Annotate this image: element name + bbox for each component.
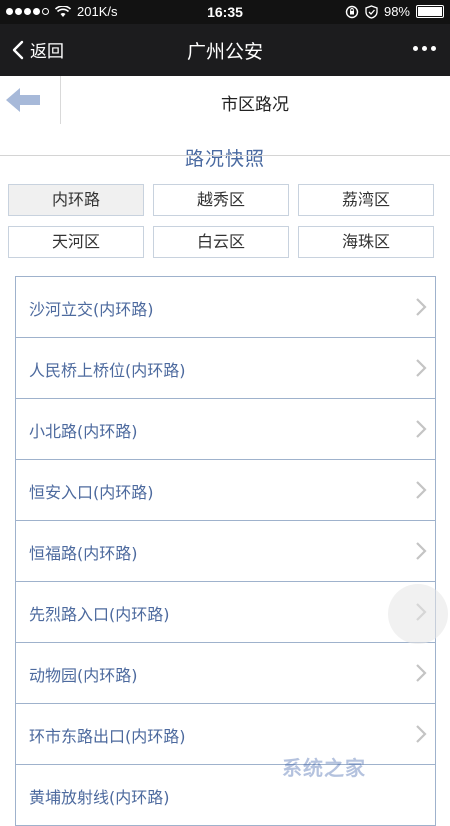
road-name: 人民桥上桥位(内环路) <box>29 361 186 380</box>
list-item[interactable]: 人民桥上桥位(内环路) <box>16 338 435 399</box>
sub-title: 市区路况 <box>221 95 289 115</box>
district-tab-4[interactable]: 白云区 <box>153 226 289 258</box>
list-item[interactable]: 动物园(内环路) <box>16 643 435 704</box>
status-bar: 201K/s 16:35 98% <box>0 0 450 24</box>
chevron-right-icon <box>416 298 427 316</box>
list-item[interactable]: 恒福路(内环路) <box>16 521 435 582</box>
chevron-right-icon <box>416 542 427 560</box>
rotation-lock-icon <box>345 5 359 18</box>
district-tab-3[interactable]: 天河区 <box>8 226 144 258</box>
road-name: 黄埔放射线(内环路) <box>29 788 170 807</box>
road-name: 动物园(内环路) <box>29 666 138 685</box>
list-item[interactable]: 先烈路入口(内环路) <box>16 582 435 643</box>
chevron-right-icon <box>416 481 427 499</box>
status-right: 98% <box>345 4 444 19</box>
district-tab-0[interactable]: 内环路 <box>8 184 144 216</box>
list-item[interactable]: 黄埔放射线(内环路) <box>16 765 435 826</box>
road-name: 恒福路(内环路) <box>29 544 138 563</box>
sub-header: 市区路况 <box>0 76 450 125</box>
battery-percent: 98% <box>383 4 410 19</box>
more-menu-icon[interactable] <box>413 46 436 51</box>
list-item[interactable]: 沙河立交(内环路) <box>16 277 435 338</box>
road-name: 小北路(内环路) <box>29 422 138 441</box>
district-tab-5[interactable]: 海珠区 <box>298 226 434 258</box>
district-tab-1[interactable]: 越秀区 <box>153 184 289 216</box>
list-item[interactable]: 小北路(内环路) <box>16 399 435 460</box>
chevron-right-icon <box>416 664 427 682</box>
section-divider <box>0 155 450 156</box>
floating-scroll-button[interactable] <box>388 584 448 644</box>
back-arrow-button[interactable] <box>0 76 61 124</box>
road-name: 沙河立交(内环路) <box>29 300 154 319</box>
chevron-right-icon <box>416 420 427 438</box>
district-tab-2[interactable]: 荔湾区 <box>298 184 434 216</box>
list-item[interactable]: 环市东路出口(内环路) <box>16 704 435 765</box>
battery-icon <box>416 5 444 18</box>
nav-bar: 返回 广州公安 <box>0 24 450 76</box>
road-list: 沙河立交(内环路) 人民桥上桥位(内环路) 小北路(内环路) 恒安入口(内环路)… <box>15 276 436 826</box>
road-name: 恒安入口(内环路) <box>29 483 154 502</box>
chevron-right-icon <box>416 359 427 377</box>
list-item[interactable]: 恒安入口(内环路) <box>16 460 435 521</box>
road-name: 环市东路出口(内环路) <box>29 727 186 746</box>
arrow-left-icon <box>6 88 40 112</box>
shield-icon <box>365 4 378 19</box>
road-name: 先烈路入口(内环路) <box>29 605 170 624</box>
page-title: 广州公安 <box>186 41 263 63</box>
watermark: 系统之家 <box>282 756 366 780</box>
chevron-right-icon <box>416 725 427 743</box>
section-title: 路况快照 <box>184 148 265 170</box>
